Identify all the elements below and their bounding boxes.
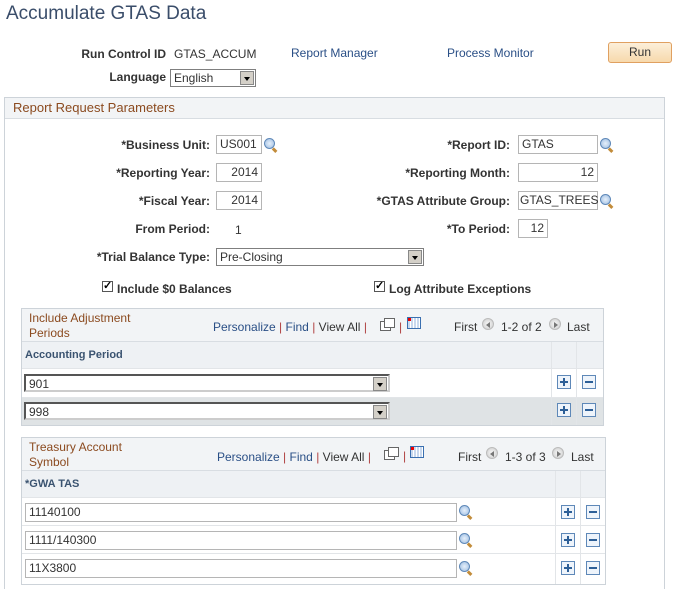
to-period-label: *To Period: <box>446 222 510 236</box>
lookup-icon[interactable] <box>264 138 278 152</box>
lookup-icon[interactable] <box>600 194 614 208</box>
reporting-year-label: *Reporting Year: <box>116 166 210 180</box>
view-all-link[interactable]: View All <box>323 450 365 464</box>
accounting-period-select[interactable]: 901 <box>24 374 390 392</box>
attr-group-label: *GTAS Attribute Group: <box>376 194 510 208</box>
add-row-button[interactable] <box>561 505 575 519</box>
language-label: Language <box>109 70 166 84</box>
prev-icon[interactable] <box>482 318 494 330</box>
run-control-label: Run Control ID <box>81 47 166 61</box>
trial-balance-value: Pre-Closing <box>220 250 283 264</box>
first-label: First <box>458 450 482 464</box>
zoom-grid-icon[interactable] <box>380 318 395 331</box>
report-id-input[interactable]: GTAS <box>518 135 598 154</box>
business-unit-input[interactable]: US001 <box>216 135 262 154</box>
include-zero-checkbox[interactable] <box>102 279 113 292</box>
grid-toolbar: Personalize | Find | View All | <box>217 450 371 464</box>
to-period-input[interactable]: 12 <box>518 219 548 238</box>
lookup-icon[interactable] <box>459 533 473 547</box>
from-period-label: From Period: <box>135 222 210 236</box>
delete-row-button[interactable] <box>582 403 596 417</box>
chevron-down-icon[interactable] <box>373 405 387 419</box>
delete-row-button[interactable] <box>586 533 600 547</box>
language-value: English <box>174 71 214 85</box>
personalize-link[interactable]: Personalize <box>217 450 280 464</box>
delete-row-button[interactable] <box>586 561 600 575</box>
range-label: 1-2 of 2 <box>501 320 542 334</box>
zoom-grid-icon[interactable] <box>384 447 399 460</box>
last-label: Last <box>571 450 594 464</box>
personalize-link[interactable]: Personalize <box>213 320 276 334</box>
accounting-period-select[interactable]: 998 <box>24 402 390 420</box>
trial-balance-label: *Trial Balance Type: <box>96 250 210 264</box>
log-exceptions-checkbox[interactable] <box>374 279 385 292</box>
download-icon[interactable] <box>410 446 424 458</box>
gwa-tas-input[interactable]: 11140100 <box>25 503 457 522</box>
range-label: 1-3 of 3 <box>505 450 546 464</box>
chevron-down-icon[interactable] <box>373 377 387 391</box>
reporting-month-label: *Reporting Month: <box>405 166 510 180</box>
reporting-year-input[interactable]: 2014 <box>216 163 262 182</box>
find-link[interactable]: Find <box>286 320 309 334</box>
add-row-button[interactable] <box>561 561 575 575</box>
delete-row-button[interactable] <box>582 375 596 389</box>
add-row-button[interactable] <box>561 533 575 547</box>
column-header <box>22 471 605 497</box>
next-icon[interactable] <box>552 447 564 459</box>
from-period-value: 1 <box>235 223 242 237</box>
lookup-icon[interactable] <box>459 505 473 519</box>
prev-icon[interactable] <box>486 447 498 459</box>
business-unit-label: *Business Unit: <box>121 138 210 152</box>
fiscal-year-label: *Fiscal Year: <box>138 194 210 208</box>
grid-toolbar: Personalize | Find | View All | <box>213 320 367 334</box>
last-label: Last <box>567 320 590 334</box>
fiscal-year-input[interactable]: 2014 <box>216 191 262 210</box>
log-exceptions-label: Log Attribute Exceptions <box>389 282 532 296</box>
gwa-tas-input[interactable]: 11X3800 <box>25 559 457 578</box>
first-label: First <box>454 320 478 334</box>
gwa-tas-input[interactable]: 1111/140300 <box>25 531 457 550</box>
grid-title: Treasury Account Symbol <box>29 440 122 469</box>
add-row-button[interactable] <box>557 403 571 417</box>
lookup-icon[interactable] <box>600 138 614 152</box>
download-icon[interactable] <box>407 317 421 329</box>
trial-balance-select[interactable]: Pre-Closing <box>216 248 424 266</box>
chevron-down-icon[interactable] <box>240 71 254 85</box>
language-select[interactable]: English <box>170 69 256 87</box>
gwa-tas-header: *GWA TAS <box>25 478 80 490</box>
view-all-link[interactable]: View All <box>319 320 361 334</box>
grid-title: Include Adjustment Periods <box>29 311 131 340</box>
chevron-down-icon[interactable] <box>408 250 422 264</box>
include-zero-label: Include $0 Balances <box>117 282 232 296</box>
reporting-month-input[interactable]: 12 <box>518 163 598 182</box>
run-control-value: GTAS_ACCUM <box>174 47 257 61</box>
attr-group-input[interactable]: GTAS_TREES <box>518 191 598 210</box>
lookup-icon[interactable] <box>459 561 473 575</box>
page-title: Accumulate GTAS Data <box>6 3 207 24</box>
find-link[interactable]: Find <box>290 450 313 464</box>
accounting-period-header: Accounting Period <box>25 349 123 361</box>
report-manager-link[interactable]: Report Manager <box>291 46 378 60</box>
process-monitor-link[interactable]: Process Monitor <box>447 46 534 60</box>
next-icon[interactable] <box>549 318 561 330</box>
report-id-label: *Report ID: <box>447 138 510 152</box>
add-row-button[interactable] <box>557 375 571 389</box>
delete-row-button[interactable] <box>586 505 600 519</box>
section-title: Report Request Parameters <box>13 100 175 115</box>
run-button[interactable]: Run <box>608 42 672 63</box>
